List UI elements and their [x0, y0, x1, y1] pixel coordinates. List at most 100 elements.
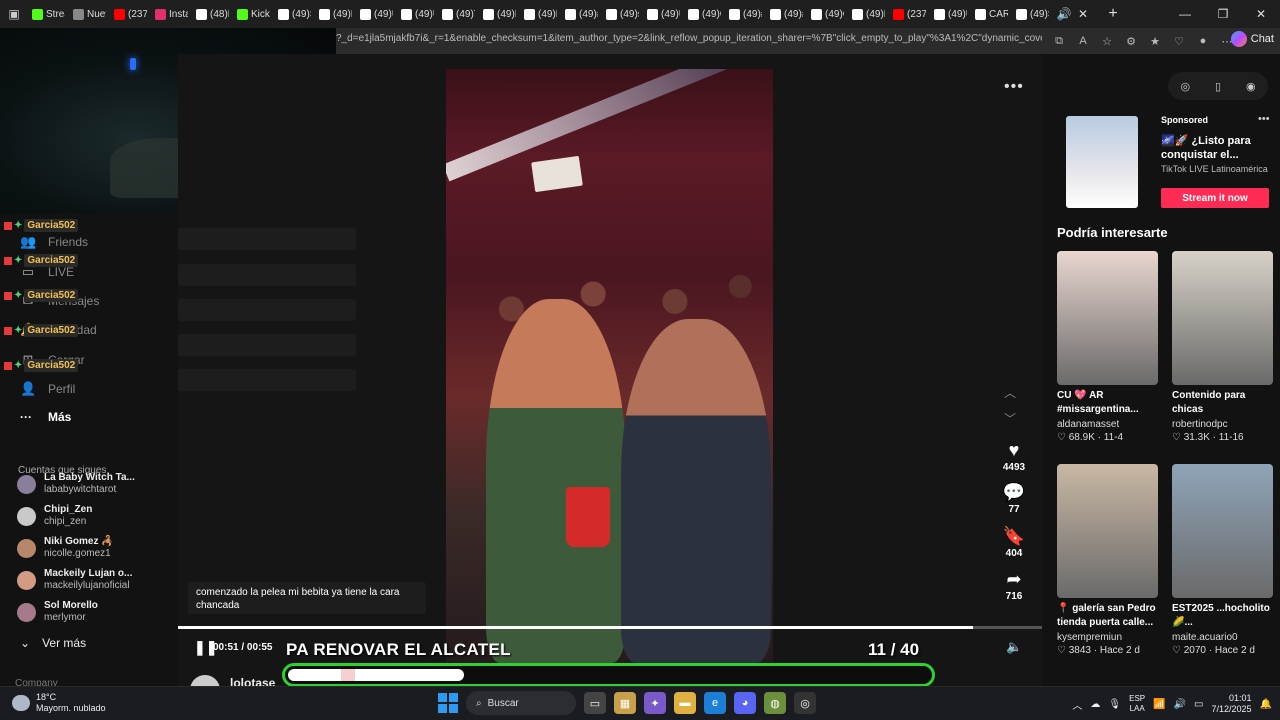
suggestion-title[interactable]: EST2025 ...hocholito 🌽...	[1172, 602, 1273, 630]
new-tab-button[interactable]: +	[1099, 5, 1127, 23]
browser-tab[interactable]: (49)U	[643, 3, 684, 25]
previous-video-icon[interactable]: ︿	[1004, 384, 1016, 401]
file-explorer-icon[interactable]: ▬	[674, 692, 696, 714]
audio-playing-icon[interactable]: 🔊	[1053, 3, 1075, 25]
browser-tab[interactable]: (49)S	[1012, 3, 1053, 25]
browser-tab[interactable]: (49)N	[315, 3, 356, 25]
more-options-icon[interactable]: •••	[1004, 78, 1024, 96]
following-item[interactable]: Mackeily Lujan o... mackeilylujanoficial	[17, 568, 132, 592]
close-window-icon[interactable]: ✕	[1242, 0, 1280, 28]
browser-tab[interactable]: (49)E	[479, 3, 520, 25]
browser-tab[interactable]: (49)#	[561, 3, 602, 25]
suggestion-title[interactable]: 📍 galería san Pedro tienda puerta calle.…	[1057, 602, 1158, 630]
notifications-icon[interactable]: 🔔	[1260, 699, 1272, 710]
favorites-icon[interactable]: ★	[1146, 32, 1164, 50]
clock[interactable]: 01:01 7/12/2025	[1212, 693, 1252, 715]
suggestion-user[interactable]: kysempremiun	[1057, 632, 1158, 643]
browser-tab[interactable]: (49)#	[725, 3, 766, 25]
user-avatar-icon[interactable]: ◉	[1246, 80, 1256, 93]
suggestion-thumbnail[interactable]	[1172, 251, 1273, 385]
onedrive-icon[interactable]: ☁	[1090, 699, 1100, 710]
extension-icon[interactable]: ⚙	[1122, 32, 1140, 50]
edge-browser-icon[interactable]: e	[704, 692, 726, 714]
browser-tab[interactable]: (49)s	[602, 3, 643, 25]
microphone-icon[interactable]: 🎙	[1108, 699, 1121, 710]
tab-actions-icon[interactable]: ▣	[0, 0, 28, 28]
stream-it-now-button[interactable]: Stream it now	[1161, 188, 1269, 208]
following-item[interactable]: Sol Morello merlymor	[17, 600, 98, 624]
taskbar-search[interactable]: ⌕ Buscar	[466, 691, 576, 715]
video-progress-bar[interactable]	[178, 626, 1042, 629]
browser-tab[interactable]: (49)K	[848, 3, 889, 25]
suggestion-user[interactable]: robertinodpc	[1172, 419, 1273, 430]
browser-tab[interactable]: Kick	[233, 3, 274, 25]
following-item[interactable]: Niki Gomez 🦂 nicolle.gomez1	[17, 536, 114, 560]
minimize-icon[interactable]: —	[1166, 0, 1204, 28]
suggestion-thumbnail[interactable]	[1057, 464, 1158, 598]
browser-tab[interactable]: (49)U	[397, 3, 438, 25]
sidebar-item-friends[interactable]: 👥 Friends	[20, 234, 88, 250]
browser-tab[interactable]: (49)S	[274, 3, 315, 25]
battery-icon[interactable]: ▭	[1194, 699, 1203, 710]
see-more-button[interactable]: ⌄ Ver más	[20, 636, 86, 650]
next-video-icon[interactable]: ﹀	[1004, 410, 1016, 427]
suggestion-thumbnail[interactable]	[1057, 251, 1158, 385]
open-app-icon[interactable]: ⧉	[1050, 32, 1068, 50]
suggestion-user[interactable]: aldanamasset	[1057, 419, 1158, 430]
browser-tab[interactable]: (49)U	[356, 3, 397, 25]
ad-title[interactable]: 🌌🚀 ¿Listo para conquistar el...	[1161, 134, 1271, 162]
comment-button[interactable]: 💬 77	[996, 482, 1032, 515]
device-icon[interactable]: ▯	[1215, 80, 1221, 93]
suggestion-title[interactable]: Contenido para chicas	[1172, 389, 1273, 417]
maximize-icon[interactable]: ❐	[1204, 0, 1242, 28]
task-view-icon[interactable]: ▭	[584, 692, 606, 714]
browser-tab[interactable]: (49)C	[684, 3, 725, 25]
weather-widget[interactable]: 18°C Mayorm. nublado	[12, 692, 106, 714]
browser-tab[interactable]: (237)	[110, 3, 151, 25]
volume-icon[interactable]: 🔈	[1006, 639, 1022, 655]
save-button[interactable]: 🔖 404	[996, 526, 1032, 559]
browser-tab[interactable]: (49)U	[930, 3, 971, 25]
browser-tab[interactable]: (49)E	[520, 3, 561, 25]
close-tab-icon[interactable]: ✕	[1075, 7, 1091, 21]
following-item[interactable]: Chipi_Zen chipi_zen	[17, 504, 92, 528]
browser-tab[interactable]: Insta	[151, 3, 192, 25]
store-icon[interactable]: ▦	[614, 692, 636, 714]
discord-icon[interactable]: ◕	[734, 692, 756, 714]
suggestion-card[interactable]: CU 💖 AR #missargentina... aldanamasset ♡ 6…	[1057, 251, 1158, 443]
suggestion-title[interactable]: CU 💖 AR #missargentina...	[1057, 389, 1158, 417]
copilot-app-icon[interactable]: ✦	[644, 692, 666, 714]
url-field[interactable]: ?_d=e1jla5mjakfb7i&_r=1&enable_checksum=…	[336, 33, 1042, 49]
tray-overflow-icon[interactable]: ︿	[1072, 697, 1082, 712]
browser-tab[interactable]: (49)Ti	[438, 3, 479, 25]
browser-tab[interactable]: CARI	[971, 3, 1012, 25]
app-icon[interactable]: ◍	[764, 692, 786, 714]
suggestion-card[interactable]: EST2025 ...hocholito 🌽... maite.acuario0 ♡…	[1172, 464, 1273, 656]
suggestion-thumbnail[interactable]	[1172, 464, 1273, 598]
browser-essentials-icon[interactable]: ♡	[1170, 32, 1188, 50]
wifi-icon[interactable]: 📶	[1153, 699, 1165, 710]
read-aloud-icon[interactable]: A	[1074, 32, 1092, 50]
more-button[interactable]: ··· Más	[20, 410, 71, 424]
profile-avatar-icon[interactable]: ●	[1194, 32, 1212, 50]
like-button[interactable]: ♥ 4493	[996, 440, 1032, 473]
share-button[interactable]: ➦ 716	[996, 569, 1032, 602]
browser-tab[interactable]: (237)	[889, 3, 930, 25]
suggestion-card[interactable]: Contenido para chicas robertinodpc ♡ 31.3K…	[1172, 251, 1273, 443]
sidebar-item-profile[interactable]: 👤 Perfil	[20, 381, 75, 397]
ad-more-icon[interactable]: •••	[1258, 113, 1270, 125]
browser-tab[interactable]: Nuev	[69, 3, 110, 25]
browser-tab[interactable]: (48)M	[192, 3, 233, 25]
obs-icon[interactable]: ◎	[794, 692, 816, 714]
windows-start-icon[interactable]	[438, 693, 458, 713]
ad-thumbnail[interactable]	[1066, 116, 1138, 208]
browser-tab[interactable]: (49)C	[807, 3, 848, 25]
video-player[interactable]	[446, 69, 773, 663]
favorite-star-icon[interactable]: ☆	[1098, 32, 1116, 50]
suggestion-user[interactable]: maite.acuario0	[1172, 632, 1273, 643]
following-item[interactable]: La Baby Witch Ta... lababywitchtarot	[17, 472, 135, 496]
language-indicator[interactable]: ESP LAA	[1129, 694, 1145, 714]
copilot-chat-button[interactable]: Chat	[1230, 31, 1274, 47]
browser-tab[interactable]: (49)#	[766, 3, 807, 25]
suggestion-card[interactable]: 📍 galería san Pedro tienda puerta calle.…	[1057, 464, 1158, 656]
